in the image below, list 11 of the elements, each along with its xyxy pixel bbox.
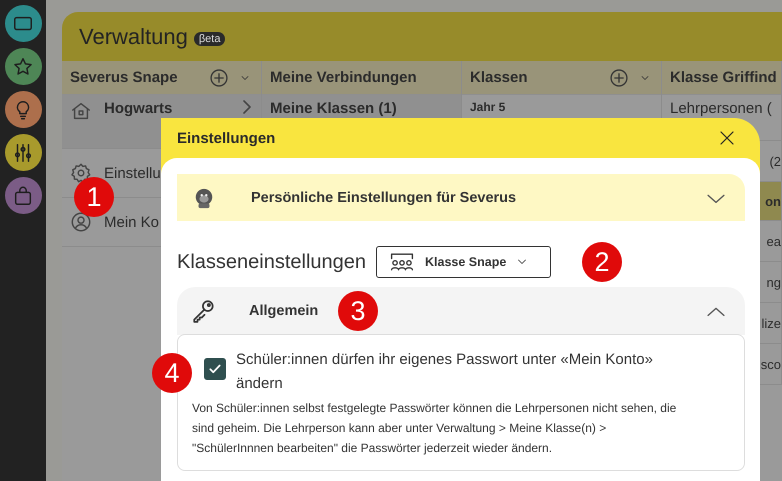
dialog-title: Einstellungen [177, 130, 276, 146]
column-title: Severus Snape [70, 69, 178, 86]
page-title: Verwaltung [79, 24, 188, 50]
beta-badge: βeta [194, 32, 226, 46]
option-description: Von Schüler:innen selbst festgelegte Passwörter können die Lehrpersonen nicht sehen, die sind geheim. Die Lehrperson kann aber unter Verwaltung > Meine Klasse(n) > "SchülerInnnen bearbeiten" die Passwörter jederzeit wieder ändern. [191, 400, 678, 457]
column-title: Klasse Griffind [670, 69, 777, 86]
section-heading: Klasseneinstellungen [177, 250, 366, 274]
option-label: Schüler:innen dürfen ihr eigenes Passwort unter «Mein Konto» ändern [236, 350, 654, 394]
list-item: Jahr 5 [469, 99, 506, 116]
column-title: Klassen [470, 69, 528, 86]
column-title: Meine Verbindungen [270, 69, 417, 86]
